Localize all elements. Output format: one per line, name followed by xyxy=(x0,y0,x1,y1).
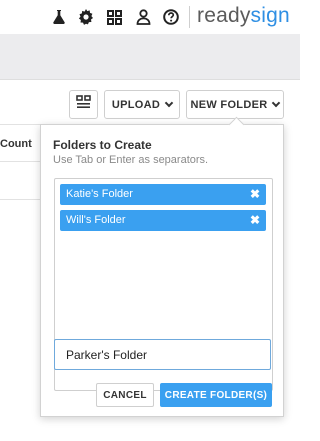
grid-icon[interactable] xyxy=(105,8,123,26)
create-folders-button[interactable]: CREATE FOLDER(S) xyxy=(160,383,272,407)
table-divider xyxy=(0,161,40,162)
folder-tag-label: Will's Folder xyxy=(66,214,126,226)
folder-tag: Will's Folder ✖ xyxy=(60,210,266,231)
folder-name-input[interactable] xyxy=(54,339,271,370)
remove-tag-icon[interactable]: ✖ xyxy=(250,210,260,231)
table-divider xyxy=(0,124,40,125)
help-icon[interactable] xyxy=(162,8,180,26)
top-navigation-bar: readysign xyxy=(0,0,300,34)
flask-icon[interactable] xyxy=(50,8,68,26)
upload-button-label: UPLOAD xyxy=(111,98,161,111)
cancel-button[interactable]: CANCEL xyxy=(96,383,154,407)
remove-tag-icon[interactable]: ✖ xyxy=(250,184,260,205)
column-header-count[interactable]: Count xyxy=(0,134,40,154)
popover-title: Folders to Create xyxy=(53,138,152,152)
grid-view-icon xyxy=(76,95,91,114)
view-toggle-button[interactable] xyxy=(69,90,98,119)
brand-logo[interactable]: readysign xyxy=(197,3,290,29)
gear-icon[interactable] xyxy=(77,8,95,26)
folder-name-input-wrap xyxy=(54,339,273,372)
folder-tag-label: Katie's Folder xyxy=(66,188,133,200)
new-folder-button-label: NEW FOLDER xyxy=(190,98,268,111)
table-divider xyxy=(0,199,40,200)
user-icon[interactable] xyxy=(134,8,152,26)
create-folders-popover: Folders to Create Use Tab or Enter as se… xyxy=(40,124,284,417)
page-header-band xyxy=(0,34,300,80)
chevron-down-icon xyxy=(164,98,174,108)
popover-subtitle: Use Tab or Enter as separators. xyxy=(53,154,209,166)
new-folder-button[interactable]: NEW FOLDER xyxy=(186,90,284,119)
upload-button[interactable]: UPLOAD xyxy=(104,90,180,119)
divider xyxy=(189,6,190,28)
folder-tag: Katie's Folder ✖ xyxy=(60,184,266,205)
chevron-down-icon xyxy=(272,98,281,108)
